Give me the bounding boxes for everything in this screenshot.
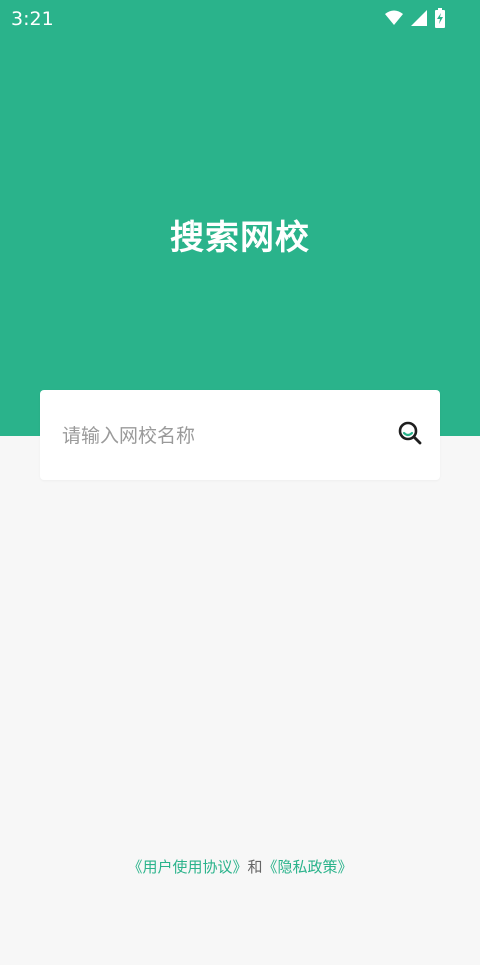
battery-charging-icon bbox=[434, 8, 446, 28]
status-time: 3:21 bbox=[11, 8, 54, 30]
school-search-input[interactable] bbox=[62, 418, 372, 454]
privacy-policy-link[interactable]: 《隐私政策》 bbox=[263, 858, 353, 876]
header-banner: 3:21 搜索网校 bbox=[0, 0, 480, 436]
search-icon bbox=[397, 420, 423, 450]
status-icons bbox=[384, 8, 446, 28]
user-agreement-link[interactable]: 《用户使用协议》 bbox=[127, 858, 247, 876]
status-bar: 3:21 bbox=[0, 0, 480, 36]
agreement-conjunction: 和 bbox=[247, 858, 263, 876]
search-card bbox=[40, 390, 440, 480]
agreement-footer: 《用户使用协议》和《隐私政策》 bbox=[0, 856, 480, 878]
wifi-icon bbox=[384, 8, 404, 28]
page-title: 搜索网校 bbox=[170, 218, 310, 258]
search-button[interactable] bbox=[396, 421, 424, 449]
signal-icon bbox=[410, 8, 428, 28]
